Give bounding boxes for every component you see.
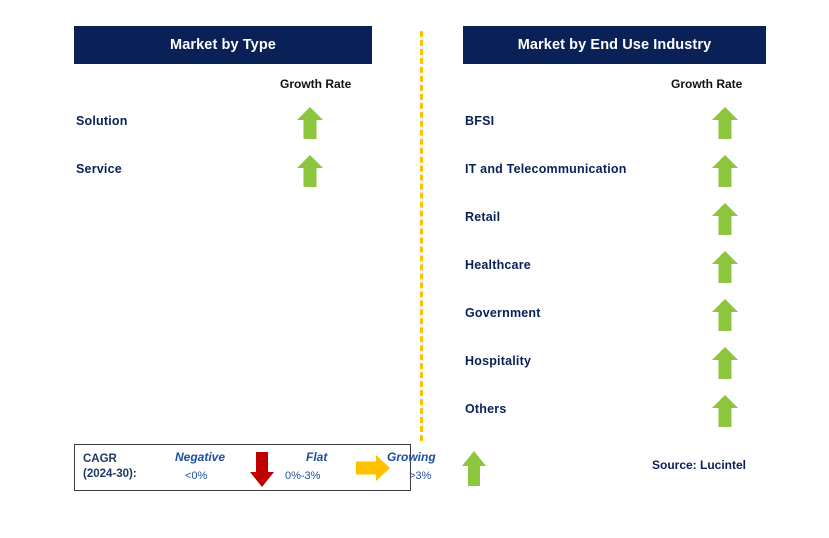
list-item: IT and Telecommunication xyxy=(463,148,766,196)
arrow-up-icon xyxy=(296,154,324,188)
list-item: Hospitality xyxy=(463,340,766,388)
vertical-dashed-divider xyxy=(420,31,423,441)
panel-header-market-by-end-use-industry: Market by End Use Industry xyxy=(463,26,766,64)
row-label: Healthcare xyxy=(465,258,531,272)
list-item: Government xyxy=(463,292,766,340)
arrow-up-icon xyxy=(296,106,324,140)
arrow-up-icon xyxy=(711,250,739,284)
legend-item-name: Growing xyxy=(387,450,436,464)
legend-item-flat: Flat 0%-3% xyxy=(271,445,390,490)
arrow-up-icon xyxy=(711,394,739,428)
arrow-up-icon xyxy=(711,106,739,140)
legend-item-name: Negative xyxy=(175,450,226,464)
growth-rate-column-label: Growth Rate xyxy=(280,77,352,91)
row-label: BFSI xyxy=(465,114,495,128)
panel-title: Market by Type xyxy=(170,37,276,53)
arrow-up-icon xyxy=(461,450,487,488)
panel-rows-market-by-end-use-industry: BFSI IT and Telecommunication Retail Hea… xyxy=(463,100,766,436)
row-label: Hospitality xyxy=(465,354,532,368)
arrow-up-icon xyxy=(711,298,739,332)
list-item: Service xyxy=(74,148,372,196)
row-label: Service xyxy=(76,162,122,176)
legend-item-growing: Growing >3% xyxy=(375,445,487,490)
legend-title-line1: CAGR xyxy=(83,453,117,465)
legend-item-range: >3% xyxy=(409,470,432,482)
list-item: BFSI xyxy=(463,100,766,148)
legend-item-range: 0%-3% xyxy=(285,470,321,482)
list-item: Solution xyxy=(74,100,372,148)
list-item: Others xyxy=(463,388,766,436)
list-item: Healthcare xyxy=(463,244,766,292)
legend-title: CAGR (2024-30): xyxy=(83,452,137,482)
source-attribution: Source: Lucintel xyxy=(652,458,747,472)
panel-rows-market-by-type: Solution Service xyxy=(74,100,372,196)
panel-header-market-by-type: Market by Type xyxy=(74,26,372,64)
row-label: Others xyxy=(465,402,507,416)
row-label: Government xyxy=(465,306,541,320)
legend-cagr: CAGR (2024-30): Negative <0% Flat 0%-3% … xyxy=(74,444,486,491)
row-label: Retail xyxy=(465,210,501,224)
arrow-up-icon xyxy=(711,202,739,236)
legend-item-negative: Negative <0% xyxy=(161,445,274,490)
legend-item-name: Flat xyxy=(306,450,328,464)
panel-title: Market by End Use Industry xyxy=(517,37,712,53)
row-label: IT and Telecommunication xyxy=(465,162,627,176)
list-item: Retail xyxy=(463,196,766,244)
legend-item-range: <0% xyxy=(185,470,208,482)
arrow-up-icon xyxy=(711,154,739,188)
growth-rate-column-label: Growth Rate xyxy=(671,77,743,91)
row-label: Solution xyxy=(76,114,128,128)
arrow-up-icon xyxy=(711,346,739,380)
legend-title-line2: (2024-30): xyxy=(83,468,137,480)
